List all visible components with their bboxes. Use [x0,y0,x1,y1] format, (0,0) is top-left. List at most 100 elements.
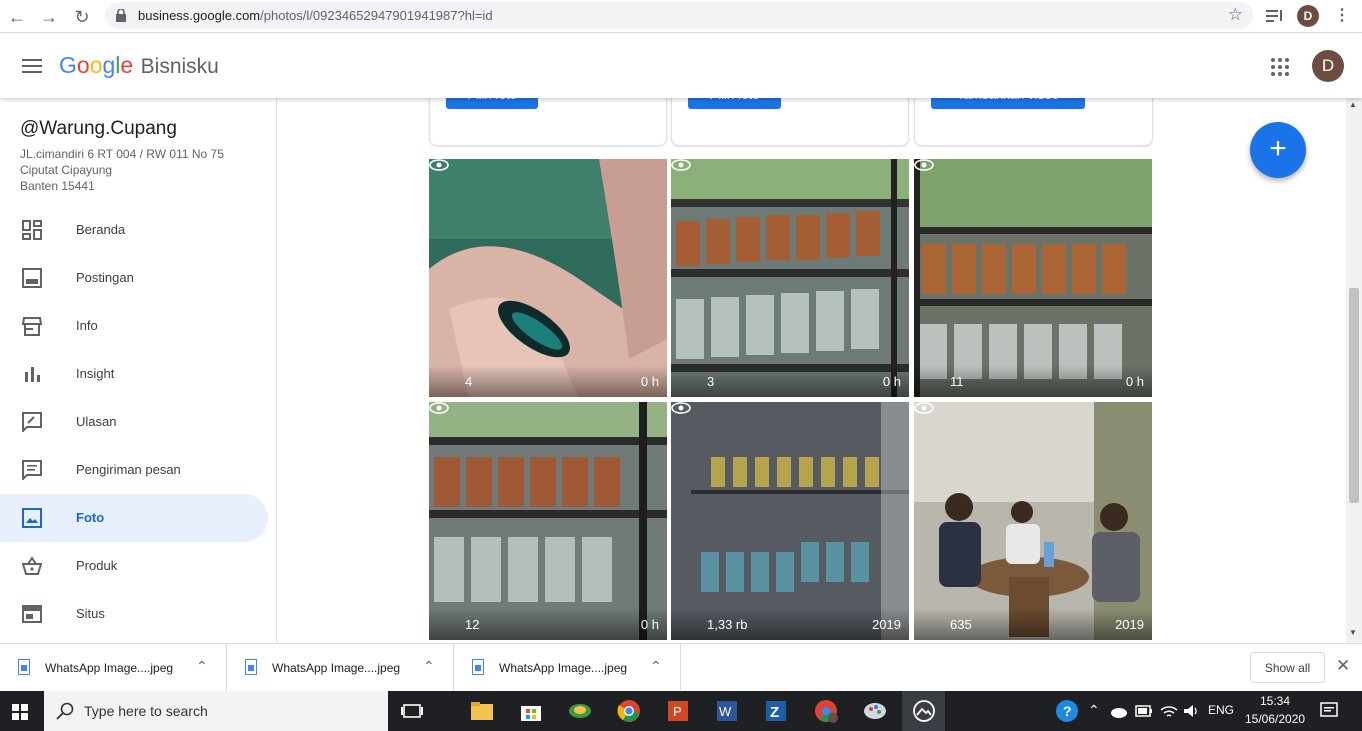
nav-label: Foto [76,510,105,525]
clock-time[interactable]: 15:34 [1260,694,1290,708]
photo-views: 12 [465,617,480,632]
media-control-icon[interactable] [1266,8,1284,24]
browser-profile-avatar[interactable]: D [1297,5,1319,27]
close-icon[interactable]: ✕ [1336,656,1350,676]
browser-menu-icon[interactable]: ⋮ [1334,5,1350,25]
chevron-up-icon[interactable]: ⌃ [423,658,435,675]
photo-tile[interactable]: 4 0 h [429,159,667,397]
nav-item-info[interactable]: Info [0,302,268,350]
address-line-3: Banten 15441 [20,179,95,193]
nav-label: Insight [76,366,115,381]
nav-item-situs[interactable]: Situs [0,590,268,638]
chrome-profile-icon[interactable] [814,699,838,723]
word-icon[interactable]: W [715,699,739,723]
chevron-up-icon[interactable]: ⌃ [196,658,208,675]
task-view-icon[interactable] [400,699,424,723]
views-eye-icon [914,159,934,171]
search-icon [56,702,74,720]
logo-letter: g [102,52,116,78]
forward-icon[interactable]: → [38,6,60,28]
nav-item-postingan[interactable]: Postingan [0,254,268,302]
hamburger-menu-icon[interactable] [22,58,42,74]
upload-card: Pilih foto [429,98,667,146]
message-icon [22,460,42,480]
bookmark-star-icon[interactable]: ☆ [1228,5,1243,25]
page-scrollbar[interactable]: ▲ ▼ [1346,98,1362,643]
download-item[interactable]: WhatsApp Image....jpeg ⌃ [454,644,681,692]
zotero-app-icon[interactable]: Z [764,699,788,723]
photo-views: 11 [950,374,964,389]
photo-tile[interactable]: 635 2019 [914,402,1152,640]
file-explorer-icon[interactable] [470,699,494,723]
address-bar[interactable]: business.google.com/photos/l/09234652947… [105,2,1253,29]
dashboard-icon [22,220,42,240]
scrollbar-thumb[interactable] [1349,288,1359,503]
lock-icon [116,9,126,22]
chevron-up-icon[interactable]: ⌃ [650,658,662,675]
download-item[interactable]: WhatsApp Image....jpeg ⌃ [227,644,454,692]
nav-item-ulasan[interactable]: Ulasan [0,398,268,446]
search-placeholder: Type here to search [84,703,208,719]
cloud-icon[interactable] [1110,704,1128,718]
choose-photo-button[interactable]: Pilih foto [446,98,538,109]
nav-label: Pengiriman pesan [76,462,181,477]
photo-tile[interactable]: 12 0 h [429,402,667,640]
account-avatar[interactable]: D [1312,50,1344,82]
photo-views: 4 [465,374,473,389]
nav-item-foto[interactable]: Foto [0,494,268,542]
views-eye-icon [671,159,691,171]
nav-item-pengiriman-pesan[interactable]: Pengiriman pesan [0,446,268,494]
address-line-1: JL.cimandiri 6 RT 004 / RW 011 No 75 [20,147,224,161]
download-item[interactable]: WhatsApp Image....jpeg ⌃ [0,644,227,692]
download-filename: WhatsApp Image....jpeg [499,661,628,675]
show-all-button[interactable]: Show all [1250,652,1325,683]
volume-icon[interactable] [1182,703,1200,719]
reload-icon[interactable]: ↻ [71,6,93,28]
paint-app-icon[interactable] [863,699,887,723]
taskbar-search[interactable]: Type here to search [44,691,388,731]
photos-content: Pilih foto Pilih foto Tambahkan video 4 … [278,98,1346,643]
apps-grid-icon[interactable] [1271,58,1289,76]
download-filename: WhatsApp Image....jpeg [272,661,401,675]
clock-date[interactable]: 15/06/2020 [1245,712,1305,726]
sidebar: @Warung.Cupang JL.cimandiri 6 RT 004 / R… [0,98,277,643]
powerpoint-icon[interactable]: P [666,699,690,723]
storefront-icon [22,317,42,336]
photo-age: 0 h [640,617,659,632]
photo-tile[interactable]: 3 0 h [671,159,909,397]
views-eye-icon [671,402,691,414]
nav-item-insight[interactable]: Insight [0,350,268,398]
google-logo[interactable]: Google Bisnisku [59,52,219,79]
photo-views: 1,33 rb [707,617,748,632]
nav-label: Postingan [76,270,134,285]
chrome-icon[interactable] [617,699,641,723]
scroll-down-icon[interactable]: ▼ [1349,628,1357,637]
chevron-up-tray-icon[interactable]: ⌃ [1088,702,1100,719]
back-icon[interactable]: ← [6,6,28,28]
posts-icon [22,268,42,288]
windows-start-icon[interactable] [12,704,28,720]
browser-toolbar: ← → ↻ business.google.com/photos/l/09234… [0,0,1362,33]
notifications-icon[interactable] [1320,702,1338,720]
choose-photo-button[interactable]: Pilih foto [688,98,781,109]
active-app-tile[interactable] [902,691,945,731]
image-file-icon [18,659,30,675]
photo-shelf-jars [671,159,909,397]
battery-icon[interactable] [1135,704,1153,718]
add-video-button[interactable]: Tambahkan video [931,98,1085,109]
add-fab-button[interactable]: + [1250,122,1306,178]
scroll-up-icon[interactable]: ▲ [1349,100,1357,109]
help-icon[interactable]: ? [1055,699,1079,723]
wifi-icon[interactable] [1160,703,1178,719]
app-header: Google Bisnisku D [0,34,1362,98]
photo-tile[interactable]: 11 0 h [914,159,1152,397]
photo-tile[interactable]: 1,33 rb 2019 [671,402,909,640]
photo-shelf-jars [429,402,667,640]
photo-people-table [914,402,1152,640]
nav-item-beranda[interactable]: Beranda [0,206,268,254]
network-app-icon[interactable] [568,699,592,723]
nav-item-produk[interactable]: Produk [0,542,268,590]
windows-taskbar: Type here to search P W Z ? ⌃ ENG 15:34 … [0,691,1362,731]
store-icon[interactable] [519,699,543,723]
input-language[interactable]: ENG [1208,703,1234,717]
